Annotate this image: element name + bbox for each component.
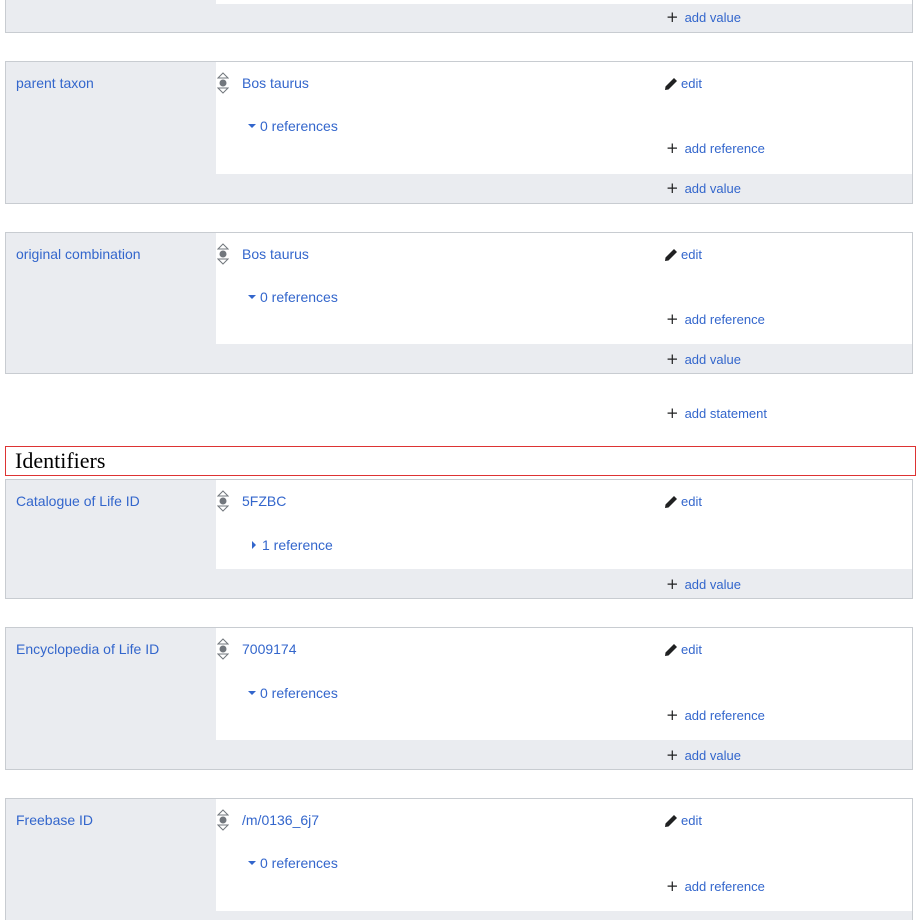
caret-down-icon bbox=[248, 861, 256, 865]
statement-body: Bos taurus edit 0 references + add refer… bbox=[216, 62, 912, 174]
statement-group-parent-taxon: parent taxon Bos taurus edit 0 reference… bbox=[5, 61, 913, 204]
edit-label[interactable]: edit bbox=[681, 247, 702, 262]
pencil-icon bbox=[665, 248, 677, 261]
rank-normal-icon[interactable] bbox=[217, 72, 229, 94]
references-toggle[interactable]: 0 references bbox=[248, 118, 338, 134]
add-reference-button[interactable]: + add reference bbox=[666, 877, 765, 895]
statement-body bbox=[216, 0, 912, 4]
edit-button[interactable]: edit bbox=[664, 247, 702, 262]
add-reference-button[interactable]: + add reference bbox=[666, 706, 765, 724]
add-reference-button[interactable]: + add reference bbox=[666, 139, 765, 157]
rank-normal-icon[interactable] bbox=[217, 809, 229, 831]
references-label[interactable]: 0 references bbox=[260, 289, 338, 305]
statement-value[interactable]: /m/0136_6j7 bbox=[242, 812, 319, 828]
references-label[interactable]: 0 references bbox=[260, 855, 338, 871]
pencil-icon bbox=[665, 77, 677, 90]
statement-value[interactable]: 7009174 bbox=[242, 641, 297, 657]
edit-button[interactable]: edit bbox=[664, 642, 702, 657]
rank-normal-icon[interactable] bbox=[217, 243, 229, 265]
references-toggle[interactable]: 1 reference bbox=[250, 537, 333, 553]
pencil-icon bbox=[665, 495, 677, 508]
plus-icon: + bbox=[666, 877, 679, 895]
add-reference-button[interactable]: + add reference bbox=[666, 310, 765, 328]
references-label[interactable]: 1 reference bbox=[262, 537, 333, 553]
statement-body: /m/0136_6j7 edit 0 references + add refe… bbox=[216, 799, 912, 911]
statement-value[interactable]: 5FZBC bbox=[242, 493, 286, 509]
plus-icon: + bbox=[666, 139, 679, 157]
statement-group-freebase-id: Freebase ID /m/0136_6j7 edit 0 reference… bbox=[5, 798, 913, 920]
references-toggle[interactable]: 0 references bbox=[248, 855, 338, 871]
plus-icon: + bbox=[666, 746, 679, 764]
add-statement-button[interactable]: + add statement bbox=[666, 404, 767, 422]
plus-icon: + bbox=[666, 310, 679, 328]
add-value-label[interactable]: add value bbox=[685, 577, 741, 592]
statement-group-encyclopedia-of-life-id: Encyclopedia of Life ID 7009174 edit 0 r… bbox=[5, 627, 913, 770]
statement-group-partial: + add value bbox=[5, 0, 913, 33]
add-value-button[interactable]: + add value bbox=[666, 179, 741, 197]
statement-value[interactable]: Bos taurus bbox=[242, 246, 309, 262]
add-reference-label[interactable]: add reference bbox=[685, 141, 765, 156]
statement-body: Bos taurus edit 0 references + add refer… bbox=[216, 233, 912, 344]
rank-normal-icon[interactable] bbox=[217, 638, 229, 660]
property-link[interactable]: original combination bbox=[16, 246, 141, 262]
edit-label[interactable]: edit bbox=[681, 494, 702, 509]
property-link[interactable]: Catalogue of Life ID bbox=[16, 493, 140, 509]
edit-label[interactable]: edit bbox=[681, 642, 702, 657]
add-reference-label[interactable]: add reference bbox=[685, 708, 765, 723]
identifiers-heading: Identifiers bbox=[5, 446, 916, 476]
add-statement-label[interactable]: add statement bbox=[685, 406, 767, 421]
edit-label[interactable]: edit bbox=[681, 76, 702, 91]
add-value-button[interactable]: + add value bbox=[666, 575, 741, 593]
add-value-button[interactable]: + add value bbox=[666, 8, 741, 26]
property-link[interactable]: Freebase ID bbox=[16, 812, 93, 828]
references-toggle[interactable]: 0 references bbox=[248, 685, 338, 701]
caret-down-icon bbox=[248, 295, 256, 299]
property-link[interactable]: parent taxon bbox=[16, 75, 94, 91]
plus-icon: + bbox=[666, 179, 679, 197]
add-reference-label[interactable]: add reference bbox=[685, 312, 765, 327]
references-toggle[interactable]: 0 references bbox=[248, 289, 338, 305]
add-value-label[interactable]: add value bbox=[685, 181, 741, 196]
statement-group-catalogue-of-life-id: Catalogue of Life ID 5FZBC edit 1 refere… bbox=[5, 479, 913, 599]
edit-label[interactable]: edit bbox=[681, 813, 702, 828]
plus-icon: + bbox=[666, 404, 679, 422]
pencil-icon bbox=[665, 643, 677, 656]
edit-button[interactable]: edit bbox=[664, 76, 702, 91]
rank-normal-icon[interactable] bbox=[217, 490, 229, 512]
statement-value[interactable]: Bos taurus bbox=[242, 75, 309, 91]
edit-button[interactable]: edit bbox=[664, 494, 702, 509]
plus-icon: + bbox=[666, 706, 679, 724]
statement-body: 5FZBC edit 1 reference bbox=[216, 480, 912, 569]
plus-icon: + bbox=[666, 350, 679, 368]
pencil-icon bbox=[665, 814, 677, 827]
add-value-label[interactable]: add value bbox=[685, 352, 741, 367]
statement-group-original-combination: original combination Bos taurus edit 0 r… bbox=[5, 232, 913, 374]
plus-icon: + bbox=[666, 575, 679, 593]
property-link[interactable]: Encyclopedia of Life ID bbox=[16, 641, 159, 657]
add-value-label[interactable]: add value bbox=[685, 748, 741, 763]
statement-body: 7009174 edit 0 references + add referenc… bbox=[216, 628, 912, 740]
add-reference-label[interactable]: add reference bbox=[685, 879, 765, 894]
caret-right-icon bbox=[252, 541, 256, 549]
references-label[interactable]: 0 references bbox=[260, 685, 338, 701]
caret-down-icon bbox=[248, 124, 256, 128]
add-value-button[interactable]: + add value bbox=[666, 350, 741, 368]
plus-icon: + bbox=[666, 8, 679, 26]
add-value-button[interactable]: + add value bbox=[666, 746, 741, 764]
edit-button[interactable]: edit bbox=[664, 813, 702, 828]
add-value-label[interactable]: add value bbox=[685, 10, 741, 25]
caret-down-icon bbox=[248, 691, 256, 695]
references-label[interactable]: 0 references bbox=[260, 118, 338, 134]
